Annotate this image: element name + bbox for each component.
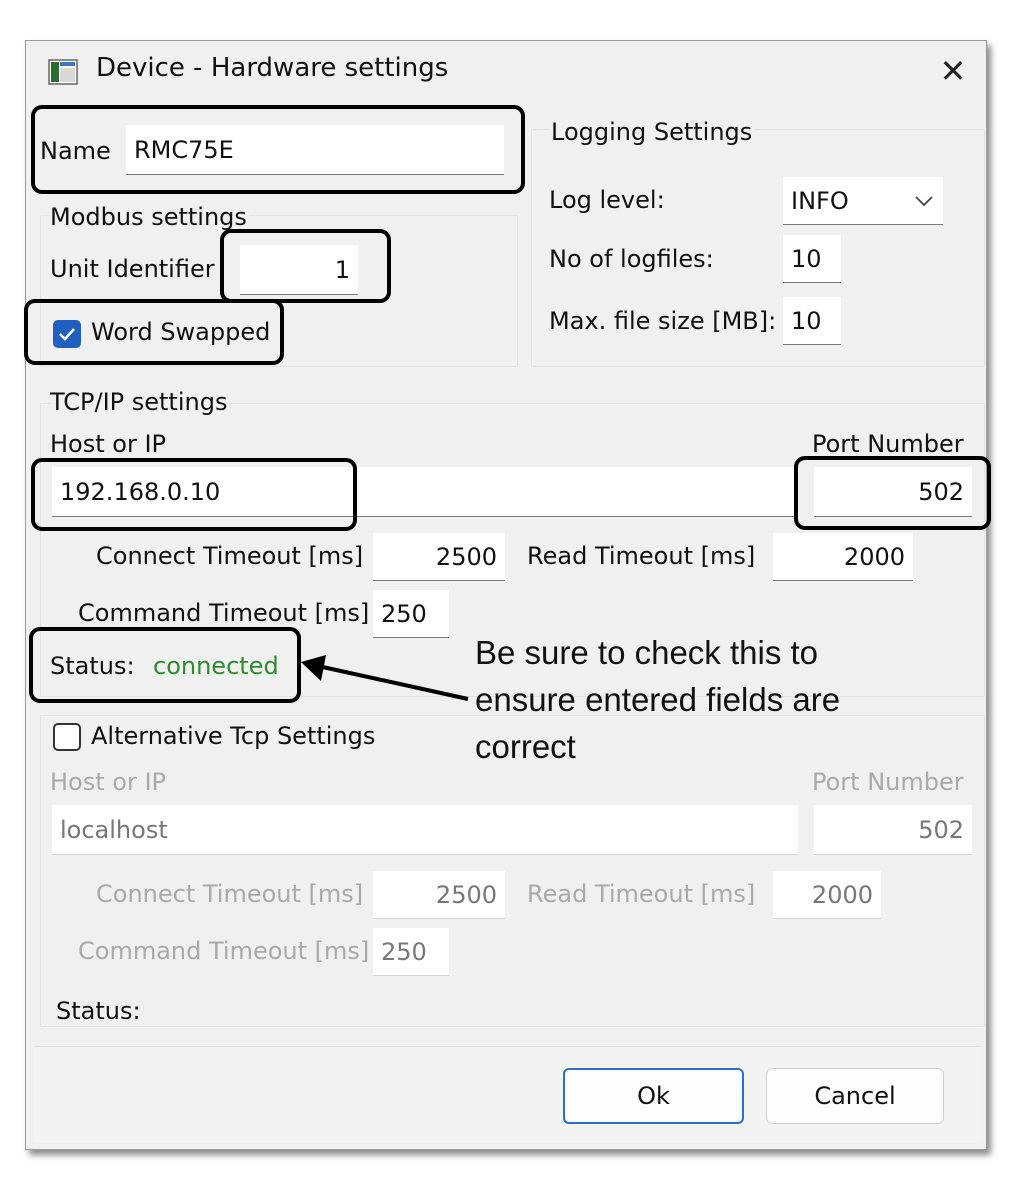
annotation-arrow-icon (301, 655, 469, 701)
annotation-line-1: Be sure to check this to (475, 634, 819, 671)
annotation-line-2: ensure entered fields are (475, 681, 841, 718)
annotation-line-3: correct (475, 728, 576, 765)
